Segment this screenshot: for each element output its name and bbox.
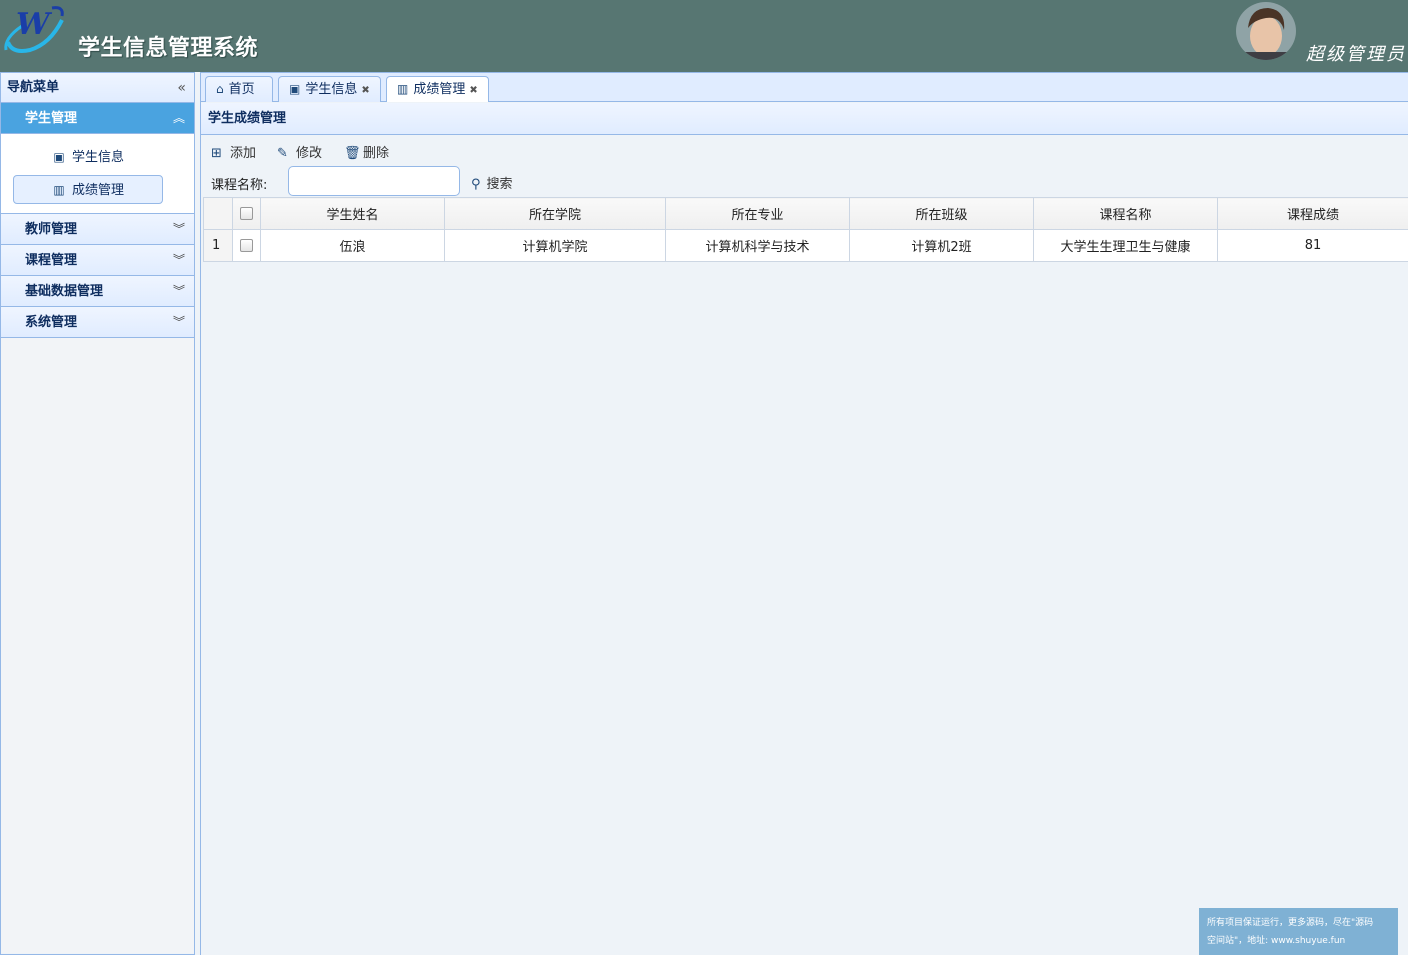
footer-note-line: 所有项目保证运行，更多源码，尽在"源码 — [1207, 918, 1374, 928]
row-checkbox-cell — [232, 229, 261, 262]
sidebar-group-student-body: ▣ 学生信息 ▥ 成绩管理 — [1, 134, 194, 214]
delete-label: 删除 — [363, 146, 390, 161]
sidebar-group-student[interactable]: 学生管理 ︽ — [1, 103, 194, 134]
sidebar-group-system[interactable]: 系统管理 ︾ — [1, 307, 194, 338]
row-checkbox[interactable] — [240, 239, 253, 252]
double-chevron-up-icon: ︽ — [172, 111, 185, 125]
delete-button[interactable]: 🗑 删除 — [344, 142, 389, 161]
sidebar-group-label: 课程管理 — [25, 253, 78, 268]
sidebar-group-teacher[interactable]: 教师管理 ︾ — [1, 214, 194, 245]
table-cell: 81 — [1217, 229, 1408, 262]
select-all-checkbox[interactable] — [240, 207, 253, 220]
footer-note-line: 空间站"，地址: www.shuyue.fun — [1207, 936, 1346, 946]
tab-label: 学生信息 — [305, 82, 358, 97]
sidebar-item-label: 学生信息 — [71, 150, 124, 165]
sidebar-group-basic-data[interactable]: 基础数据管理 ︾ — [1, 276, 194, 307]
column-header[interactable]: 所在班级 — [849, 197, 1034, 230]
app-title: 学生信息管理系统 — [78, 36, 259, 61]
score-grid: 学生姓名 所在学院 所在专业 所在班级 课程名称 课程成绩 1 伍浪 计算机学院… — [203, 197, 1408, 262]
app-header: W 学生信息管理系统 超级管理员 — [0, 0, 1408, 72]
sidebar-item-student-info[interactable]: ▣ 学生信息 — [13, 143, 163, 172]
avatar[interactable] — [1236, 2, 1296, 60]
table-cell: 大学生生理卫生与健康 — [1033, 229, 1218, 262]
double-chevron-down-icon: ︾ — [172, 222, 185, 236]
tab-student-info[interactable]: ▣ 学生信息 ✖ — [278, 76, 381, 103]
sidebar-group-label: 学生管理 — [25, 111, 78, 126]
user-role: 超级管理员 — [1306, 44, 1406, 65]
panel-title: 学生成绩管理 — [201, 103, 1408, 135]
table-cell: 伍浪 — [260, 229, 445, 262]
edit-button[interactable]: ✎ 修改 — [277, 142, 322, 161]
trash-icon: 🗑 — [344, 146, 361, 161]
sidebar-group-label: 基础数据管理 — [25, 284, 104, 299]
tab-score-management[interactable]: ▥ 成绩管理 ✖ — [386, 76, 489, 104]
plus-square-icon: ⊞ — [211, 146, 222, 161]
svg-text:W: W — [16, 7, 53, 42]
close-icon[interactable]: ✖ — [361, 85, 369, 96]
sidebar-group-label: 系统管理 — [25, 315, 78, 330]
column-header[interactable]: 课程名称 — [1033, 197, 1218, 230]
sidebar-item-label: 成绩管理 — [71, 183, 124, 198]
bar-chart-icon: ▥ — [53, 183, 65, 197]
tab-bar: ⌂ 首页 ▣ 学生信息 ✖ ▥ 成绩管理 ✖ — [200, 72, 1408, 104]
sidebar-title: 导航菜单 — [7, 80, 60, 95]
search-label: 课程名称: — [211, 178, 268, 193]
row-number: 1 — [203, 229, 233, 262]
table-row[interactable]: 1 伍浪 计算机学院 计算机科学与技术 计算机2班 大学生生理卫生与健康 81 — [203, 229, 1408, 262]
grid-header-row: 学生姓名 所在学院 所在专业 所在班级 课程名称 课程成绩 — [203, 197, 1408, 230]
home-icon: ⌂ — [216, 82, 224, 96]
double-chevron-down-icon: ︾ — [172, 253, 185, 267]
column-header[interactable]: 所在学院 — [444, 197, 666, 230]
table-cell: 计算机学院 — [444, 229, 666, 262]
edit-label: 修改 — [296, 146, 323, 161]
column-header[interactable]: 所在专业 — [665, 197, 850, 230]
table-cell: 计算机2班 — [849, 229, 1034, 262]
tab-home[interactable]: ⌂ 首页 — [205, 76, 273, 103]
add-label: 添加 — [230, 146, 257, 161]
tab-label: 首页 — [228, 82, 255, 97]
column-header[interactable]: 课程成绩 — [1217, 197, 1408, 230]
close-icon[interactable]: ✖ — [469, 85, 477, 96]
sidebar: 导航菜单 « 学生管理 ︽ ▣ 学生信息 ▥ 成绩管理 教师管理 ︾ 课程管理 ︾ … — [0, 72, 195, 955]
row-number-header — [203, 197, 233, 230]
sidebar-group-label: 教师管理 — [25, 222, 78, 237]
sidebar-empty-area — [1, 338, 194, 953]
user-card-icon: ▣ — [289, 82, 301, 96]
add-button[interactable]: ⊞ 添加 — [211, 142, 256, 161]
main-panel: 学生成绩管理 ⊞ 添加 ✎ 修改 🗑 删除 课程名称: ⚲ 搜索 学生姓名 所在… — [200, 102, 1408, 955]
footer-note: 所有项目保证运行，更多源码，尽在"源码 空间站"，地址: www.shuyue.… — [1199, 908, 1398, 955]
tab-label: 成绩管理 — [413, 82, 466, 97]
search-button[interactable]: ⚲ 搜索 — [471, 173, 513, 192]
edit-icon: ✎ — [277, 146, 288, 161]
search-icon: ⚲ — [471, 177, 481, 192]
select-all-checkbox-cell — [232, 197, 261, 230]
w-logo-icon: W — [2, 2, 68, 58]
sidebar-header: 导航菜单 « — [1, 73, 194, 103]
double-chevron-down-icon: ︾ — [172, 315, 185, 329]
bar-chart-icon: ▥ — [397, 82, 409, 96]
column-header[interactable]: 学生姓名 — [260, 197, 445, 230]
sidebar-group-course[interactable]: 课程管理 ︾ — [1, 245, 194, 276]
double-chevron-left-icon[interactable]: « — [177, 73, 186, 103]
course-name-search-input[interactable] — [288, 166, 460, 196]
user-card-icon: ▣ — [53, 150, 65, 164]
search-button-label: 搜索 — [486, 177, 513, 192]
double-chevron-down-icon: ︾ — [172, 284, 185, 298]
search-row: 课程名称: ⚲ 搜索 — [209, 166, 809, 198]
table-cell: 计算机科学与技术 — [665, 229, 850, 262]
sidebar-item-score-management[interactable]: ▥ 成绩管理 — [13, 175, 163, 204]
